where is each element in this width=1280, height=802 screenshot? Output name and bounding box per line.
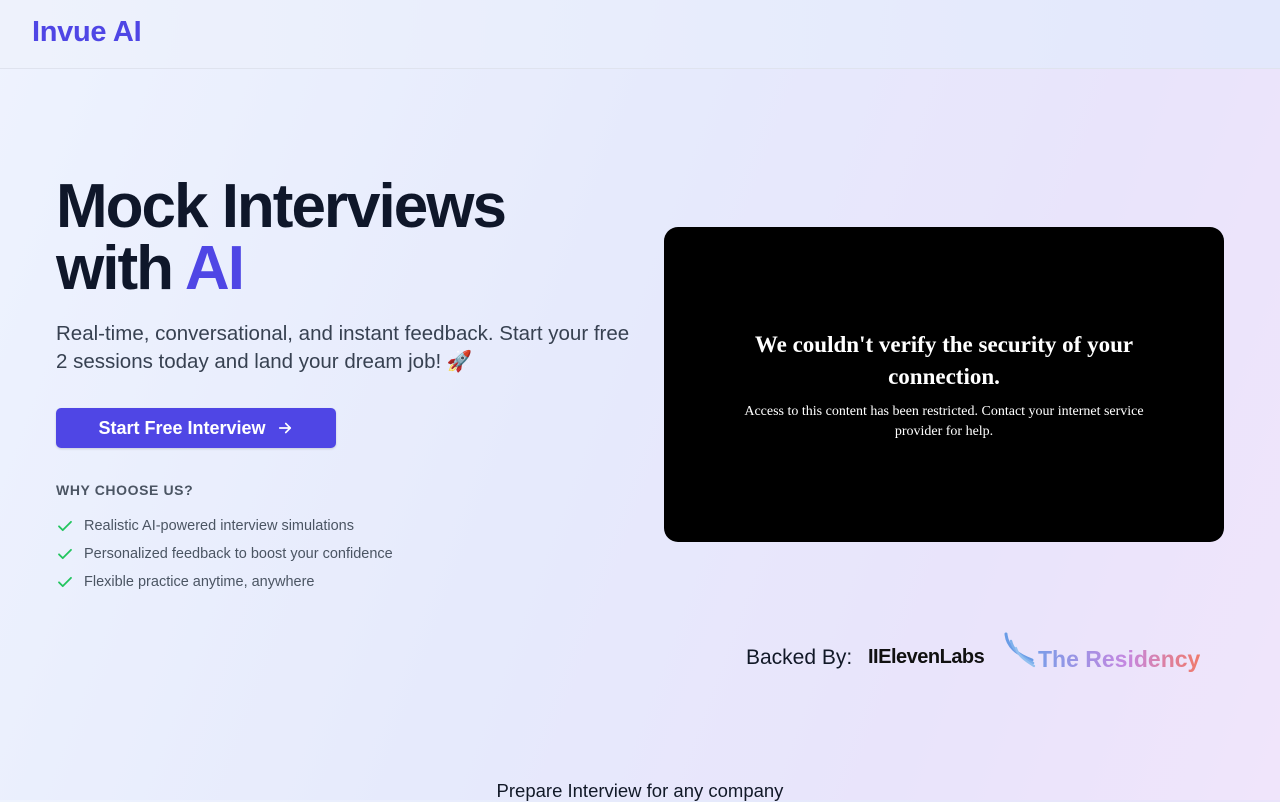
embedded-video-panel[interactable]: We couldn't verify the security of your … bbox=[664, 227, 1224, 542]
feature-item: Personalized feedback to boost your conf… bbox=[56, 540, 393, 568]
feature-list: Realistic AI-powered interview simulatio… bbox=[56, 512, 393, 596]
feature-text: Realistic AI-powered interview simulatio… bbox=[84, 518, 354, 534]
backed-by-label: Backed By: bbox=[746, 646, 853, 669]
start-free-interview-button[interactable]: Start Free Interview bbox=[56, 408, 336, 448]
brand-logo[interactable]: Invue AI bbox=[32, 16, 142, 49]
the-residency-logo: The Residency bbox=[1038, 646, 1201, 672]
video-error-message: Access to this content has been restrict… bbox=[744, 404, 1144, 439]
feature-item: Flexible practice anytime, anywhere bbox=[56, 568, 393, 596]
elevenlabs-logo: IIElevenLabs bbox=[868, 646, 985, 668]
video-error-title: We couldn't verify the security of your … bbox=[754, 332, 1134, 389]
hero-title: Mock Interviews with AI bbox=[56, 176, 656, 300]
arrow-right-icon bbox=[278, 422, 291, 434]
cta-label: Start Free Interview bbox=[98, 417, 266, 438]
feature-item: Realistic AI-powered interview simulatio… bbox=[56, 512, 393, 540]
check-icon bbox=[58, 548, 72, 560]
site-header: Invue AI bbox=[0, 0, 1280, 69]
hero-title-accent: AI bbox=[184, 234, 245, 303]
check-icon bbox=[58, 576, 72, 588]
hero-title-line1: Mock Interviews bbox=[56, 172, 507, 241]
check-icon bbox=[58, 520, 72, 532]
section-heading-teaser: Prepare Interview for any company bbox=[496, 780, 784, 801]
feature-text: Personalized feedback to boost your conf… bbox=[84, 546, 393, 562]
hero-title-with: with bbox=[56, 234, 174, 303]
residency-wing-icon bbox=[1004, 632, 1036, 668]
why-choose-us-heading: WHY CHOOSE US? bbox=[56, 482, 194, 498]
hero-subtitle: Real-time, conversational, and instant f… bbox=[56, 322, 630, 373]
feature-text: Flexible practice anytime, anywhere bbox=[84, 574, 315, 590]
